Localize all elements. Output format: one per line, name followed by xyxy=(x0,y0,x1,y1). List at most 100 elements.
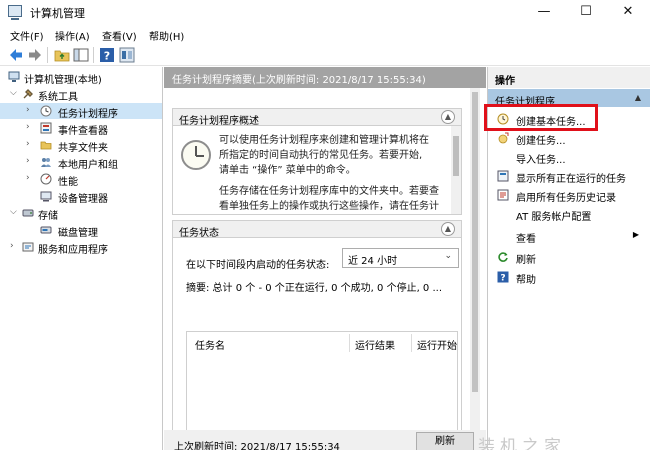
toolbar-separator xyxy=(47,47,48,63)
status-section-header[interactable]: 任务状态 ▲ xyxy=(172,220,462,239)
column-divider[interactable] xyxy=(349,334,350,352)
action-label: 启用所有任务历史记录 xyxy=(516,193,616,204)
tree-item-computer-management[interactable]: 计算机管理(本地) xyxy=(0,69,163,86)
column-header-run-start[interactable]: 运行开始 xyxy=(417,337,457,352)
overview-section-header[interactable]: 任务计划程序概述 ▲ xyxy=(172,108,462,127)
minimize-button[interactable]: — xyxy=(524,0,564,24)
column-divider[interactable] xyxy=(411,334,412,352)
tree-item-system-tools[interactable]: ⌵ 系统工具 xyxy=(0,86,163,103)
action-show-running-tasks[interactable]: 显示所有正在运行的任务 xyxy=(488,167,650,185)
chevron-down-icon[interactable]: ⌵ xyxy=(10,88,17,98)
menu-action[interactable]: 操作(A) xyxy=(55,28,90,43)
tree-item-local-users[interactable]: › 本地用户和组 xyxy=(0,154,163,171)
center-footer: 上次刷新时间: 2021/8/17 15:55:34 刷新 xyxy=(164,430,486,450)
computer-management-window: 计算机管理 — ☐ ✕ 文件(F) 操作(A) 查看(V) 帮助(H) ? 计算… xyxy=(0,0,650,450)
close-button[interactable]: ✕ xyxy=(608,0,648,24)
forward-arrow-icon[interactable] xyxy=(27,47,43,63)
watermark: 装机之家 xyxy=(478,437,566,450)
menu-file[interactable]: 文件(F) xyxy=(10,28,44,43)
chevron-right-icon[interactable]: › xyxy=(26,139,30,149)
svg-text:?: ? xyxy=(500,274,505,284)
help-icon: ? xyxy=(497,271,509,283)
column-header-run-result[interactable]: 运行结果 xyxy=(355,337,395,352)
status-period-dropdown[interactable]: 近 24 小时 ⌄ xyxy=(342,248,459,268)
properties-icon[interactable] xyxy=(119,47,135,63)
help-icon[interactable]: ? xyxy=(99,47,115,63)
actions-title: 操作 xyxy=(488,67,650,88)
tree-item-label: 事件查看器 xyxy=(58,126,108,137)
task-history-icon xyxy=(497,189,509,201)
folder-up-icon[interactable] xyxy=(54,47,70,63)
tools-icon xyxy=(23,89,33,99)
device-manager-icon xyxy=(40,191,52,202)
action-import-task[interactable]: 导入任务... xyxy=(488,148,650,166)
action-refresh[interactable]: 刷新 xyxy=(488,248,650,266)
tree-item-label: 本地用户和组 xyxy=(58,160,118,171)
tree-item-label: 存储 xyxy=(38,211,58,222)
tree-item-task-scheduler[interactable]: › 任务计划程序 xyxy=(0,103,162,120)
shared-folder-icon xyxy=(40,141,52,150)
toolbar-separator xyxy=(93,47,94,63)
action-create-task[interactable]: 创建任务... xyxy=(488,129,650,147)
maximize-button[interactable]: ☐ xyxy=(566,0,606,24)
title-bar: 计算机管理 — ☐ ✕ xyxy=(0,0,650,24)
menu-bar: 文件(F) 操作(A) 查看(V) 帮助(H) xyxy=(0,24,650,44)
refresh-button[interactable]: 刷新 xyxy=(416,432,474,450)
show-hide-tree-icon[interactable] xyxy=(73,47,89,63)
action-at-service-config[interactable]: AT 服务帐户配置 xyxy=(488,205,650,223)
chevron-right-icon[interactable]: › xyxy=(26,173,30,183)
running-tasks-icon xyxy=(497,170,509,182)
users-icon xyxy=(41,158,51,167)
back-arrow-icon[interactable] xyxy=(8,47,24,63)
column-header-task-name[interactable]: 任务名 xyxy=(195,337,225,352)
tree-item-storage[interactable]: ⌵ 存储 xyxy=(0,205,163,222)
chevron-right-icon[interactable]: › xyxy=(10,241,14,251)
action-enable-history[interactable]: 启用所有任务历史记录 xyxy=(488,186,650,204)
menu-view[interactable]: 查看(V) xyxy=(102,28,137,43)
chevron-down-icon[interactable]: ⌵ xyxy=(10,207,17,217)
action-label: AT 服务帐户配置 xyxy=(516,212,592,223)
overview-line: 可以使用任务计划程序来创建和管理计算机将在 xyxy=(219,135,429,146)
overview-line: 看单独任务上的操作或执行这些操作，请在任务计 xyxy=(219,201,439,212)
clock-icon xyxy=(40,105,52,117)
summary-header: 任务计划程序摘要(上次刷新时间: 2021/8/17 15:55:34) xyxy=(164,67,486,88)
svg-text:?: ? xyxy=(104,50,110,63)
navigation-tree: 计算机管理(本地) ⌵ 系统工具 › 任务计划程序 › 事件查看器 › 共享文件… xyxy=(0,67,163,450)
tree-item-label: 共享文件夹 xyxy=(58,143,108,154)
collapse-up-icon[interactable]: ▲ xyxy=(635,93,641,102)
highlight-box xyxy=(484,104,598,131)
chevron-right-icon[interactable]: › xyxy=(26,122,30,132)
tree-item-device-manager[interactable]: 设备管理器 xyxy=(0,188,163,205)
action-label: 帮助 xyxy=(516,275,536,286)
refresh-icon xyxy=(498,252,508,262)
tree-item-shared-folders[interactable]: › 共享文件夹 xyxy=(0,137,163,154)
action-label: 创建任务... xyxy=(516,136,566,147)
window-title: 计算机管理 xyxy=(30,7,85,20)
tree-item-label: 服务和应用程序 xyxy=(38,245,108,256)
action-label: 显示所有正在运行的任务 xyxy=(516,174,626,185)
overview-scrollbar[interactable] xyxy=(451,126,461,214)
submenu-arrow-icon: ▶ xyxy=(632,230,639,239)
action-help[interactable]: ? 帮助 xyxy=(488,268,650,286)
collapse-up-icon[interactable]: ▲ xyxy=(441,222,455,236)
chevron-right-icon[interactable]: › xyxy=(26,156,30,166)
tree-item-event-viewer[interactable]: › 事件查看器 xyxy=(0,120,163,137)
dropdown-value: 近 24 小时 xyxy=(348,256,398,267)
chevron-right-icon[interactable]: › xyxy=(26,105,30,115)
collapse-up-icon[interactable]: ▲ xyxy=(441,110,455,124)
action-label: 查看 xyxy=(516,234,536,245)
scrollbar-thumb[interactable] xyxy=(472,92,478,392)
performance-icon xyxy=(40,173,52,185)
tree-item-performance[interactable]: › 性能 xyxy=(0,171,163,188)
toolbar: ? xyxy=(0,44,650,66)
storage-icon xyxy=(22,209,34,217)
task-status-table[interactable]: 任务名 运行结果 运行开始 xyxy=(186,331,458,433)
scrollbar-thumb[interactable] xyxy=(453,136,459,176)
tree-item-disk-management[interactable]: 磁盘管理 xyxy=(0,222,163,239)
tree-item-services-apps[interactable]: › 服务和应用程序 xyxy=(0,239,163,256)
action-view[interactable]: 查看 ▶ xyxy=(488,227,650,245)
center-scrollbar[interactable] xyxy=(470,88,480,430)
computer-management-icon xyxy=(8,5,22,20)
overview-line: 请单击 “操作” 菜单中的命令。 xyxy=(219,165,356,176)
menu-help[interactable]: 帮助(H) xyxy=(149,28,184,43)
